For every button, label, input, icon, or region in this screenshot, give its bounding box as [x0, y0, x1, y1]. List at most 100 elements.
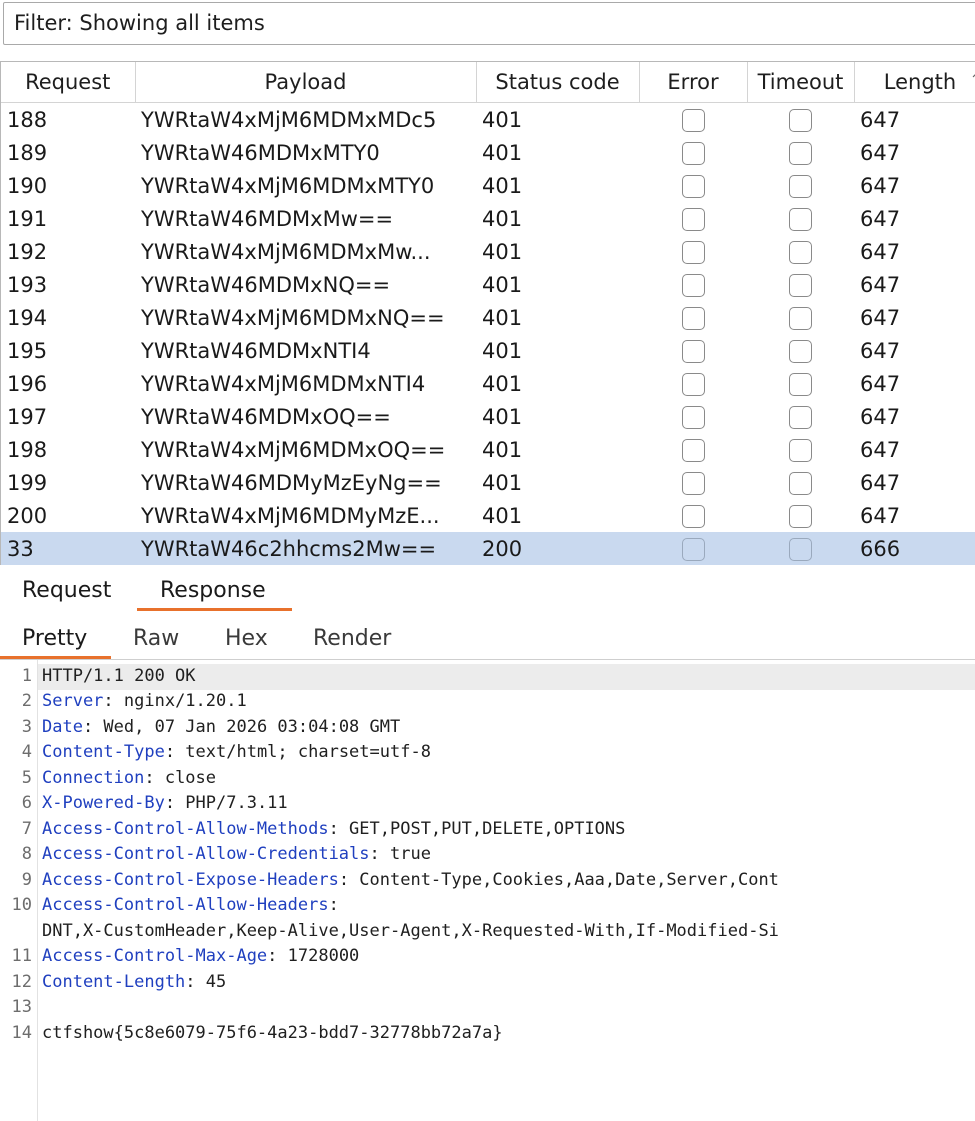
error-checkbox[interactable] [681, 306, 705, 330]
table-row[interactable]: 190 YWRtaW4xMjM6MDMxMTY0 401 647 [1, 169, 975, 202]
table-row[interactable]: 200 YWRtaW4xMjM6MDMyMzE... 401 647 [1, 499, 975, 532]
status-code-cell: 401 [482, 437, 523, 462]
table-row[interactable]: 189 YWRtaW46MDMxMTY0 401 647 [1, 136, 975, 169]
timeout-checkbox[interactable] [789, 471, 812, 495]
header-name: Access-Control-Max-Age [42, 946, 268, 966]
column-header-error[interactable]: Error [639, 62, 748, 103]
column-header-status-code[interactable]: Status code [476, 62, 640, 103]
subtab-raw[interactable]: Raw [133, 626, 179, 651]
tab-request[interactable]: Request [22, 578, 111, 603]
table-row[interactable]: 195 YWRtaW46MDMxNTI4 401 647 [1, 334, 975, 367]
error-checkbox[interactable] [681, 537, 705, 561]
error-checkbox[interactable] [681, 141, 705, 165]
error-checkbox[interactable] [681, 372, 705, 396]
error-checkbox[interactable] [681, 504, 705, 528]
error-checkbox[interactable] [681, 273, 705, 297]
error-checkbox-cell [639, 301, 747, 334]
subtab-pretty[interactable]: Pretty [22, 626, 87, 651]
subtab-render[interactable]: Render [313, 626, 391, 651]
length-cell: 666 [854, 532, 975, 565]
line-number: 6 [21, 793, 32, 813]
timeout-checkbox[interactable] [789, 240, 812, 264]
timeout-checkbox-cell [747, 466, 854, 499]
column-header-request[interactable]: Request [1, 62, 136, 103]
subtab-hex[interactable]: Hex [225, 626, 268, 651]
line-number: 8 [21, 844, 32, 864]
header-name: X-Powered-By [42, 793, 165, 813]
table-row[interactable]: 192 YWRtaW4xMjM6MDMxMw... 401 647 [1, 235, 975, 268]
header-value: : true [369, 844, 431, 864]
column-header-payload[interactable]: Payload [135, 62, 477, 103]
header-value: DNT,X-CustomHeader,Keep-Alive,User-Agent… [42, 921, 779, 941]
error-checkbox[interactable] [681, 174, 705, 198]
payload-cell: YWRtaW4xMjM6MDMxNTI4 [141, 371, 426, 396]
table-row[interactable]: 33 YWRtaW46c2hhcms2Mw== 200 666 [1, 532, 975, 565]
error-checkbox[interactable] [681, 471, 705, 495]
timeout-checkbox[interactable] [789, 108, 812, 132]
timeout-checkbox[interactable] [789, 504, 812, 528]
line-number: 13 [11, 997, 32, 1017]
error-checkbox-cell [639, 400, 747, 433]
error-checkbox-cell [639, 202, 747, 235]
table-row[interactable]: 191 YWRtaW46MDMxMw== 401 647 [1, 202, 975, 235]
response-line: 11 Access-Control-Max-Age: 1728000 [0, 944, 360, 969]
column-header-timeout[interactable]: Timeout [747, 62, 855, 103]
request-cell: 200 [7, 503, 48, 528]
header-value: : GET,POST,PUT,DELETE,OPTIONS [328, 819, 626, 839]
response-line: DNT,X-CustomHeader,Keep-Alive,User-Agent… [0, 919, 779, 944]
timeout-checkbox[interactable] [789, 306, 812, 330]
timeout-checkbox-cell [747, 499, 854, 532]
timeout-checkbox[interactable] [789, 339, 812, 363]
timeout-checkbox[interactable] [789, 207, 812, 231]
error-checkbox[interactable] [681, 108, 705, 132]
request-cell: 193 [7, 272, 48, 297]
payload-cell: YWRtaW4xMjM6MDMxOQ== [141, 437, 446, 462]
payload-cell: YWRtaW4xMjM6MDMxNQ== [141, 305, 445, 330]
request-cell: 197 [7, 404, 48, 429]
timeout-checkbox[interactable] [789, 273, 812, 297]
timeout-checkbox-cell [747, 433, 854, 466]
header-value: : Content-Type,Cookies,Aaa,Date,Server,C… [338, 870, 779, 890]
error-checkbox[interactable] [681, 405, 705, 429]
timeout-checkbox[interactable] [789, 141, 812, 165]
line-number: 4 [21, 742, 32, 762]
error-checkbox[interactable] [681, 339, 705, 363]
timeout-checkbox[interactable] [789, 438, 812, 462]
header-name: Connection [42, 768, 145, 788]
table-row[interactable]: 193 YWRtaW46MDMxNQ== 401 647 [1, 268, 975, 301]
length-cell: 647 [860, 305, 901, 330]
response-line: 12 Content-Length: 45 [0, 970, 227, 995]
table-row[interactable]: 197 YWRtaW46MDMxOQ== 401 647 [1, 400, 975, 433]
column-header-length[interactable]: Length ⌃ [854, 62, 975, 103]
header-value: : 1728000 [267, 946, 360, 966]
error-checkbox-cell [639, 169, 747, 202]
timeout-checkbox-cell [747, 136, 854, 169]
table-row[interactable]: 199 YWRtaW46MDMyMzEyNg== 401 647 [1, 466, 975, 499]
table-row[interactable]: 188 YWRtaW4xMjM6MDMxMDc5 401 647 [1, 103, 975, 137]
error-checkbox[interactable] [681, 207, 705, 231]
error-checkbox[interactable] [681, 240, 705, 264]
table-row[interactable]: 196 YWRtaW4xMjM6MDMxNTI4 401 647 [1, 367, 975, 400]
length-cell: 647 [860, 371, 901, 396]
timeout-checkbox[interactable] [789, 174, 812, 198]
error-checkbox[interactable] [681, 438, 705, 462]
line-number: 12 [11, 972, 32, 992]
line-number: 9 [21, 870, 32, 890]
header-value: ctfshow{5c8e6079-75f6-4a23-bdd7-32778bb7… [42, 1023, 503, 1043]
table-row[interactable]: 194 YWRtaW4xMjM6MDMxNQ== 401 647 [1, 301, 975, 334]
table-row[interactable]: 198 YWRtaW4xMjM6MDMxOQ== 401 647 [1, 433, 975, 466]
payload-cell: YWRtaW4xMjM6MDMxMTY0 [141, 173, 435, 198]
header-value: HTTP/1.1 200 OK [42, 666, 196, 686]
payload-cell: YWRtaW46MDMxMw== [141, 206, 394, 231]
timeout-checkbox[interactable] [789, 537, 812, 561]
status-code-cell: 401 [482, 305, 523, 330]
timeout-checkbox[interactable] [789, 405, 812, 429]
length-cell: 647 [860, 470, 901, 495]
tab-response[interactable]: Response [160, 578, 266, 603]
request-cell: 195 [7, 338, 48, 363]
filter-bar[interactable]: Filter: Showing all items [3, 2, 975, 45]
payload-cell: YWRtaW46MDMyMzEyNg== [141, 470, 442, 495]
timeout-checkbox[interactable] [789, 372, 812, 396]
response-line: 4 Content-Type: text/html; charset=utf-8 [0, 740, 431, 765]
status-code-cell: 200 [476, 532, 639, 565]
